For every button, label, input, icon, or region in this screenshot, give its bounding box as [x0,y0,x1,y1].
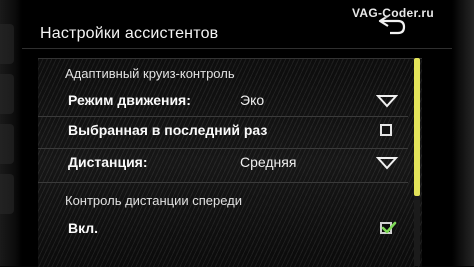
chevron-down-icon[interactable] [376,94,398,108]
scrollbar[interactable] [414,58,420,266]
bezel-button [0,74,14,114]
distance-label: Дистанция: [68,154,148,170]
left-bezel [0,0,22,266]
divider [38,148,408,149]
driving-mode-value: Эко [240,92,265,108]
enabled-label: Вкл. [68,220,99,236]
last-selected-row[interactable]: Выбранная в последний раз [62,118,402,144]
scrollbar-thumb[interactable] [414,58,420,196]
last-selected-checkbox[interactable] [380,124,392,136]
distance-row[interactable]: Дистанция: Средняя [62,150,402,176]
bezel-button [0,174,14,214]
driving-mode-label: Режим движения: [68,92,191,108]
last-selected-label: Выбранная в последний раз [68,122,268,138]
distance-value: Средняя [240,154,297,170]
bezel-button [0,24,14,64]
checkmark-icon [381,221,397,234]
divider [38,182,408,183]
page-title: Настройки ассистентов [40,25,219,42]
driving-mode-row[interactable]: Режим движения: Эко [62,88,402,114]
section-header-front-distance: Контроль дистанции спереди [65,193,243,208]
section-header-acc: Адаптивный круиз-контроль [65,66,235,81]
right-bezel [452,0,474,266]
bezel-button [0,124,14,164]
divider [38,116,408,117]
watermark: VAG-Coder.ru [351,6,434,20]
enabled-checkbox[interactable] [380,221,397,234]
enabled-row[interactable]: Вкл. [62,216,402,242]
chevron-down-icon[interactable] [376,156,398,170]
